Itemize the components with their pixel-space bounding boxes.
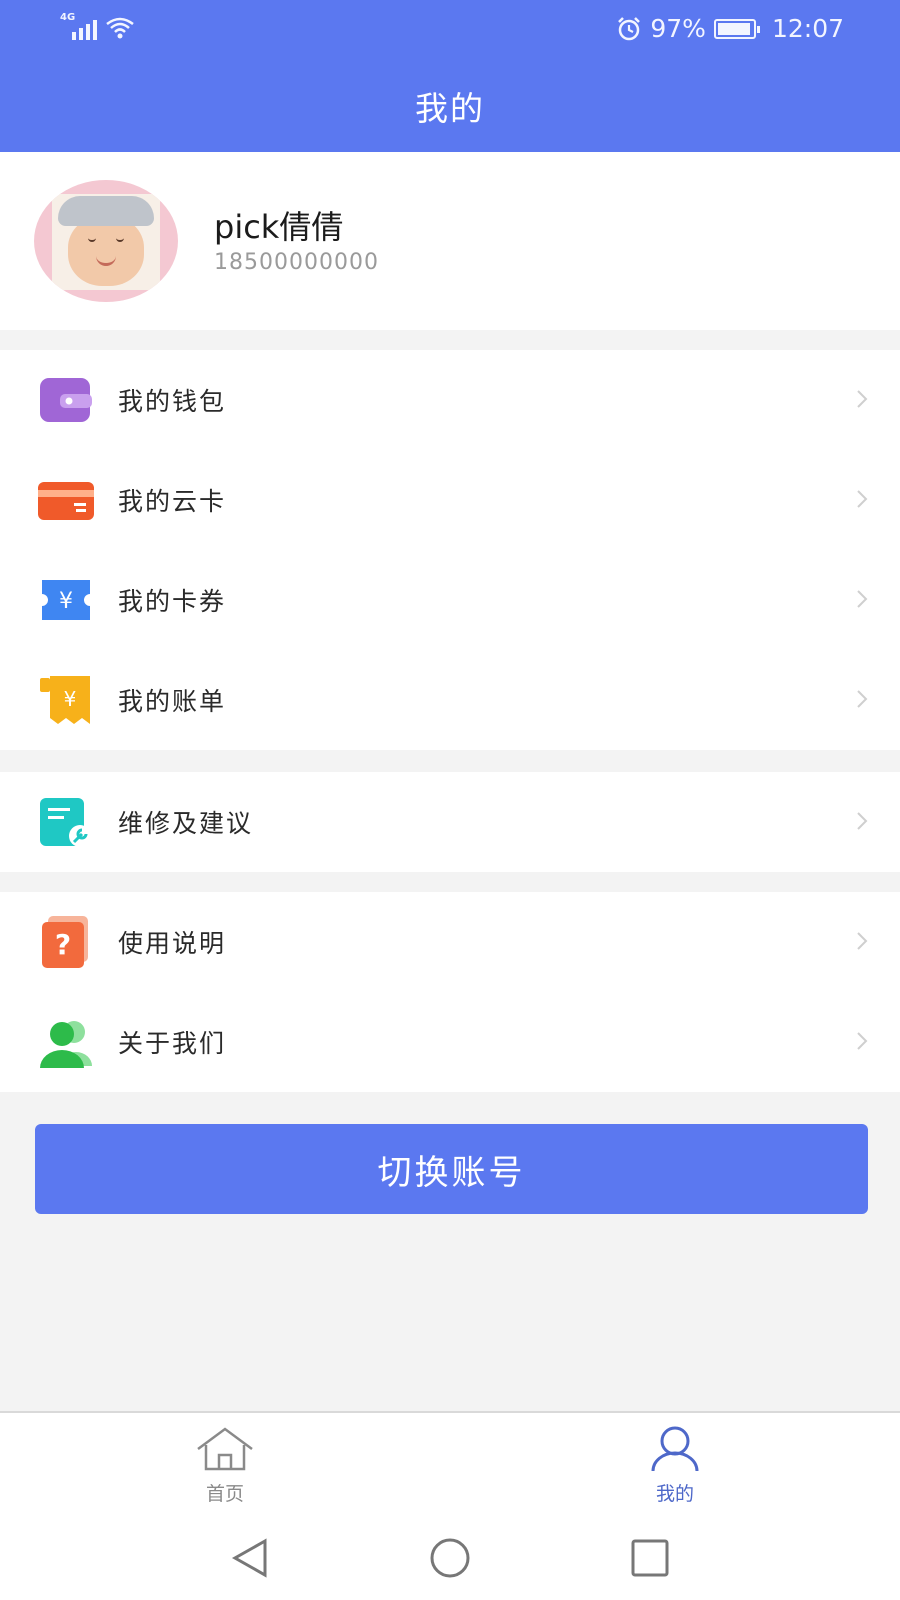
header-bar: 我的 bbox=[0, 60, 900, 152]
about-icon bbox=[40, 1021, 92, 1068]
chevron-right-icon bbox=[857, 812, 868, 830]
tab-home[interactable]: 首页 bbox=[165, 1425, 285, 1515]
switch-account-button[interactable]: 切换账号 bbox=[35, 1124, 868, 1214]
chevron-right-icon bbox=[857, 390, 868, 408]
menu-item-label: 维修及建议 bbox=[118, 809, 254, 838]
switch-account-label: 切换账号 bbox=[377, 1153, 526, 1192]
tab-label: 我的 bbox=[655, 1483, 694, 1505]
status-left: 4G bbox=[60, 12, 135, 40]
profile-card[interactable]: pick倩倩 18500000000 bbox=[0, 152, 900, 330]
chevron-right-icon bbox=[857, 590, 868, 608]
menu-item-wallet[interactable]: 我的钱包 bbox=[0, 350, 900, 450]
menu-item-instructions[interactable]: ? 使用说明 bbox=[0, 892, 900, 992]
clock: 12:07 bbox=[771, 14, 844, 43]
battery-icon bbox=[713, 18, 760, 39]
card-icon bbox=[38, 482, 94, 520]
bill-icon: ¥ bbox=[40, 676, 90, 724]
menu-item-bill[interactable]: ¥ 我的账单 bbox=[0, 650, 900, 750]
menu-item-label: 我的云卡 bbox=[118, 487, 227, 516]
tab-bar: 首页 我的 bbox=[0, 1411, 900, 1519]
menu-item-cloud-card[interactable]: 我的云卡 bbox=[0, 450, 900, 550]
profile-name: pick倩倩 bbox=[214, 208, 344, 246]
chevron-right-icon bbox=[857, 490, 868, 508]
menu-item-about[interactable]: 关于我们 bbox=[0, 992, 900, 1092]
repair-icon bbox=[40, 798, 91, 847]
menu-item-label: 我的钱包 bbox=[118, 387, 227, 416]
status-right: 97% 12:07 bbox=[616, 14, 844, 43]
signal-icon: 4G bbox=[60, 12, 97, 40]
chevron-right-icon bbox=[857, 690, 868, 708]
recents-icon[interactable] bbox=[625, 1533, 675, 1583]
menu-item-coupon[interactable]: ¥ 我的卡券 bbox=[0, 550, 900, 650]
help-icon: ? bbox=[42, 916, 88, 968]
user-icon bbox=[651, 1426, 699, 1472]
menu-group-account: 我的钱包 我的云卡 ¥ 我的卡券 ¥ 我的账单 bbox=[0, 350, 900, 750]
tab-mine[interactable]: 我的 bbox=[615, 1425, 735, 1515]
status-bar: 4G 97% 12:07 bbox=[0, 0, 900, 60]
coupon-icon: ¥ bbox=[42, 580, 90, 620]
menu-group-service: 维修及建议 bbox=[0, 772, 900, 872]
tab-label: 首页 bbox=[205, 1483, 244, 1505]
home-circle-icon[interactable] bbox=[425, 1533, 475, 1583]
menu-item-label: 使用说明 bbox=[118, 929, 227, 958]
chevron-right-icon bbox=[857, 932, 868, 950]
menu-item-label: 我的账单 bbox=[118, 687, 227, 716]
back-icon[interactable] bbox=[225, 1533, 275, 1583]
wallet-icon bbox=[40, 378, 92, 422]
alarm-icon bbox=[618, 16, 641, 40]
wifi-icon bbox=[106, 17, 134, 39]
page-title: 我的 bbox=[415, 89, 485, 128]
system-nav-bar bbox=[0, 1519, 900, 1600]
svg-text:¥: ¥ bbox=[64, 687, 77, 711]
svg-text:¥: ¥ bbox=[59, 589, 73, 614]
svg-text:?: ? bbox=[55, 928, 71, 961]
chevron-right-icon bbox=[857, 1032, 868, 1050]
home-icon bbox=[197, 1427, 253, 1471]
avatar[interactable] bbox=[34, 180, 178, 302]
battery-percent: 97% bbox=[650, 14, 706, 43]
profile-phone: 18500000000 bbox=[214, 250, 379, 275]
menu-item-label: 我的卡券 bbox=[118, 587, 227, 616]
menu-item-repair[interactable]: 维修及建议 bbox=[0, 772, 900, 872]
menu-group-info: ? 使用说明 关于我们 bbox=[0, 892, 900, 1092]
menu-item-label: 关于我们 bbox=[118, 1029, 227, 1058]
